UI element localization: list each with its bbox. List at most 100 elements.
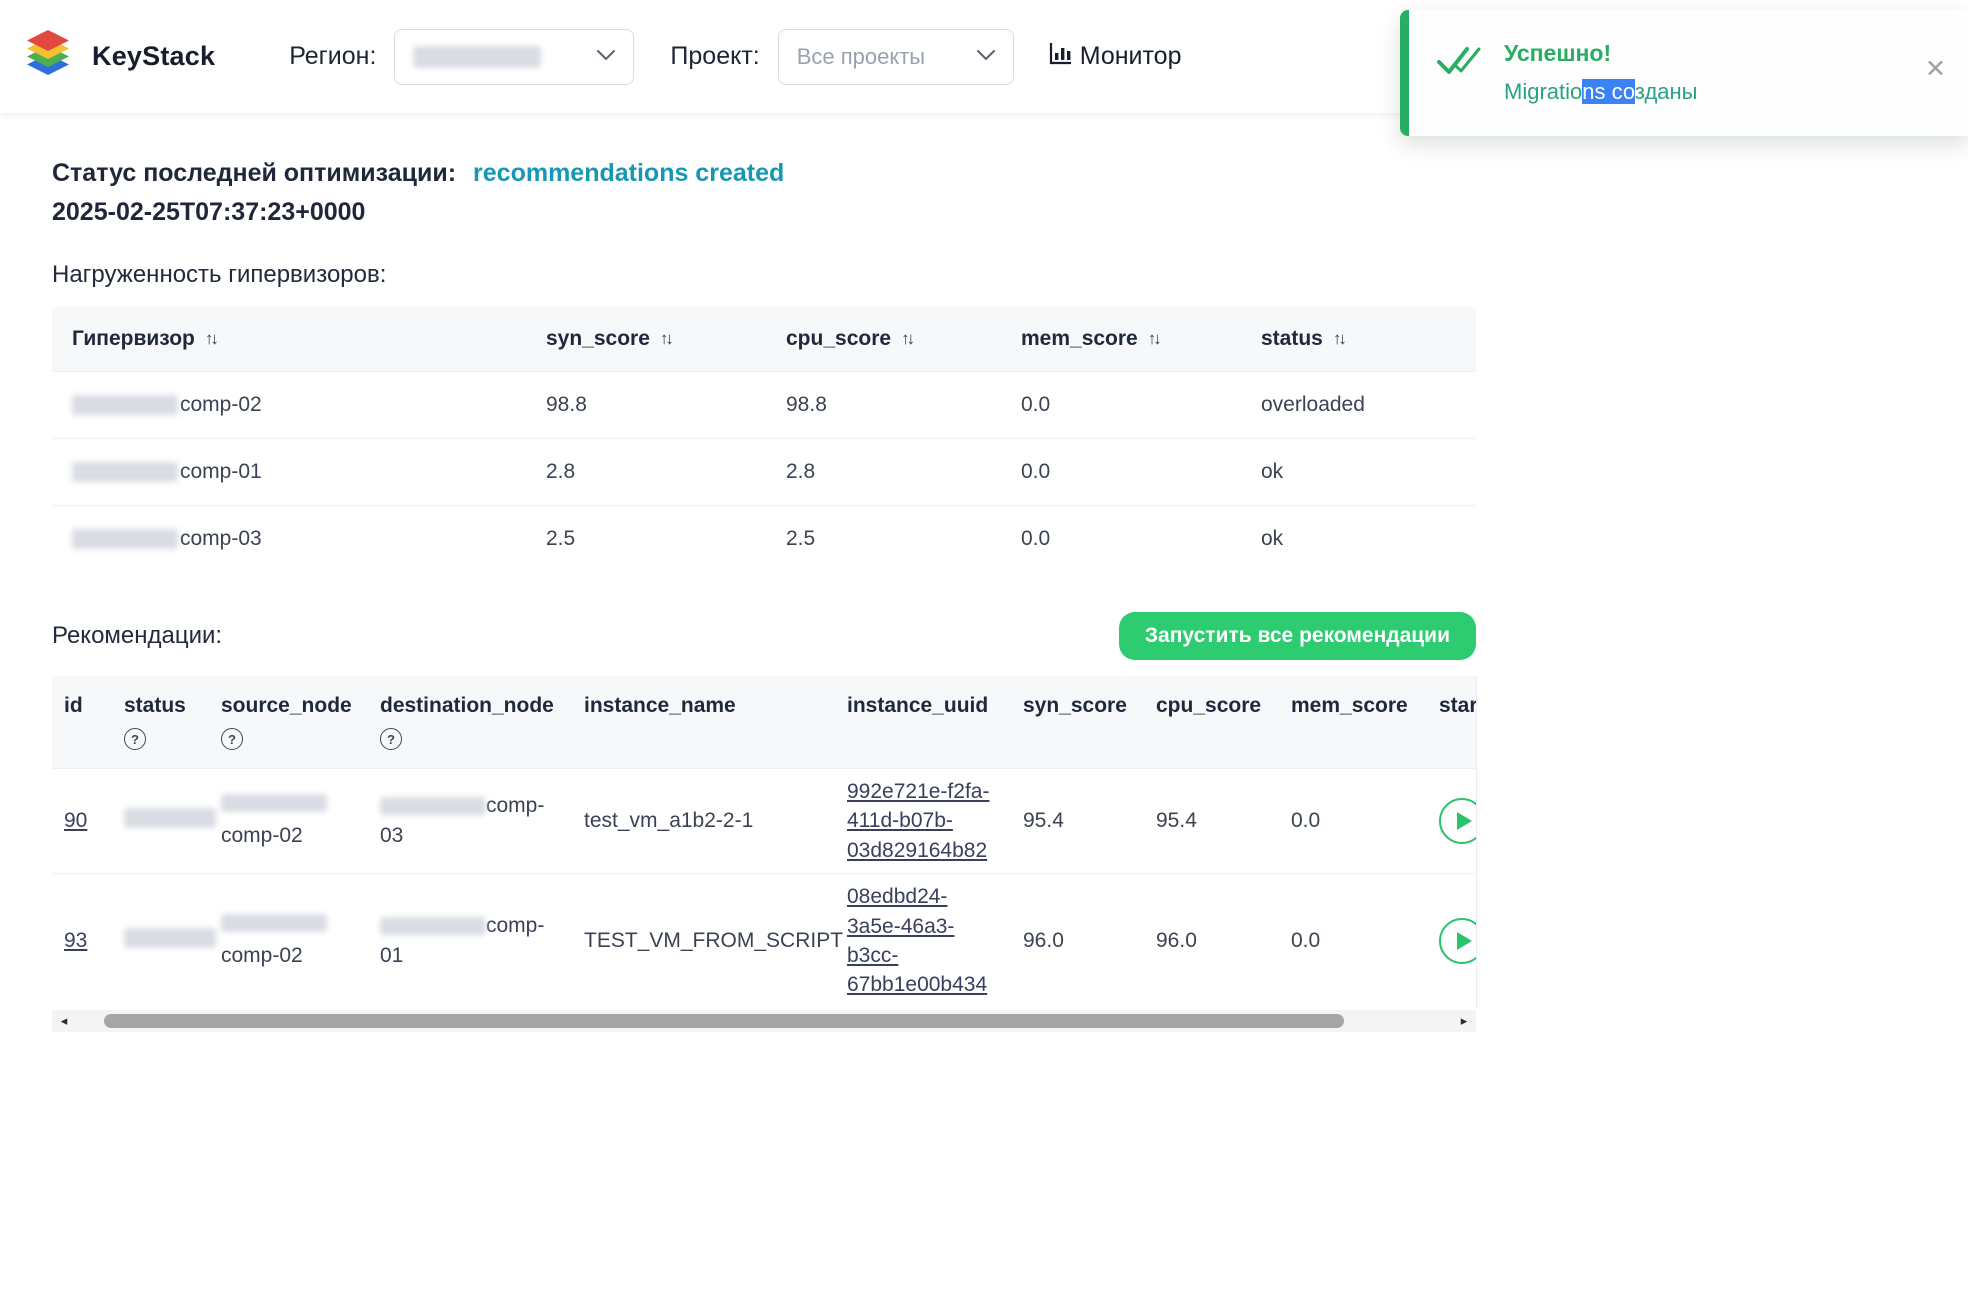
syn-score-value: 96.0 <box>1013 874 1146 1008</box>
syn-score-value: 95.4 <box>1013 769 1146 874</box>
horizontal-scrollbar[interactable]: ◂ ▸ <box>52 1010 1476 1032</box>
destination-node-part2: 03 <box>380 824 564 848</box>
scroll-left-arrow[interactable]: ◂ <box>52 1013 76 1029</box>
recommendation-row: 93 comp-02 comp- 01 TEST_VM_FROM_SCRIPT … <box>52 874 1477 1008</box>
source-node-suffix: comp-02 <box>221 824 360 848</box>
project-label: Проект: <box>670 42 759 71</box>
col-instance-name[interactable]: instance_name <box>574 676 837 769</box>
instance-uuid-link[interactable]: 08edbd24-3a5e-46a3-b3cc-67bb1e00b434 <box>847 882 999 1000</box>
run-all-recommendations-button[interactable]: Запустить все рекомендации <box>1119 612 1476 660</box>
project-value: Все проекты <box>797 44 925 70</box>
destination-node-redacted <box>380 917 486 935</box>
optimization-status-value: recommendations created <box>473 159 784 187</box>
col-cpu-score[interactable]: cpu_score <box>1146 676 1281 769</box>
sort-icon[interactable]: ↑↓ <box>205 329 216 348</box>
recommendations-header-row: id status? source_node? destination_node… <box>52 676 1477 769</box>
toast-accent-bar <box>1400 10 1409 136</box>
chevron-down-icon <box>977 48 995 66</box>
col-source-node[interactable]: source_node? <box>211 676 370 769</box>
cpu-score-value: 2.8 <box>766 439 1001 506</box>
hypervisor-name-suffix: comp-02 <box>180 393 262 417</box>
status-value: overloaded <box>1241 372 1476 439</box>
hypervisors-title: Нагруженность гипервизоров: <box>52 261 1968 289</box>
col-id[interactable]: id <box>52 676 114 769</box>
status-redacted <box>124 808 216 828</box>
col-syn-score[interactable]: syn_score <box>1013 676 1146 769</box>
optimization-timestamp: 2025-02-25T07:37:23+0000 <box>52 198 1968 227</box>
col-destination-node[interactable]: destination_node? <box>370 676 574 769</box>
region-value-redacted <box>413 46 541 68</box>
sort-icon[interactable]: ↑↓ <box>901 329 912 348</box>
status-value: ok <box>1241 439 1476 506</box>
table-row: comp-02 98.8 98.8 0.0 overloaded <box>52 372 1476 439</box>
instance-uuid-link[interactable]: 992e721e-f2fa-411d-b07b-03d829164b82 <box>847 777 999 865</box>
col-start[interactable]: star <box>1429 676 1477 769</box>
selected-text: ns со <box>1582 79 1635 104</box>
optimization-status-label: Статус последней оптимизации: <box>52 159 456 187</box>
run-recommendation-button[interactable] <box>1439 918 1477 964</box>
syn-score-value: 2.8 <box>526 439 766 506</box>
status-value: ok <box>1241 506 1476 573</box>
table-row: comp-01 2.8 2.8 0.0 ok <box>52 439 1476 506</box>
col-hypervisor[interactable]: Гипервизор↑↓ <box>52 307 526 372</box>
project-select[interactable]: Все проекты <box>778 29 1014 85</box>
cpu-score-value: 98.8 <box>766 372 1001 439</box>
success-check-icon <box>1436 44 1482 83</box>
run-recommendation-button[interactable] <box>1439 798 1477 844</box>
hypervisors-header-row: Гипервизор↑↓ syn_score↑↓ cpu_score↑↓ mem… <box>52 307 1476 372</box>
mem-score-value: 0.0 <box>1001 439 1241 506</box>
sort-icon[interactable]: ↑↓ <box>660 329 671 348</box>
mem-score-value: 0.0 <box>1281 874 1429 1008</box>
recommendation-id-link[interactable]: 93 <box>64 929 87 952</box>
col-cpu-score[interactable]: cpu_score↑↓ <box>766 307 1001 372</box>
scrollbar-thumb[interactable] <box>104 1014 1344 1028</box>
recommendation-row: 90 comp-02 comp- 03 test_vm_a1b2-2-1 992… <box>52 769 1477 874</box>
toast-success: Успешно! Migrations созданы ✕ <box>1400 10 1968 136</box>
toast-message: Migrations созданы <box>1504 79 1697 105</box>
monitoring-icon <box>1048 41 1073 73</box>
region-select[interactable] <box>394 29 634 85</box>
destination-node-part1: comp- <box>486 914 544 938</box>
col-syn-score[interactable]: syn_score↑↓ <box>526 307 766 372</box>
help-icon[interactable]: ? <box>380 728 402 750</box>
sort-icon[interactable]: ↑↓ <box>1148 329 1159 348</box>
play-icon <box>1457 932 1472 950</box>
col-instance-uuid[interactable]: instance_uuid <box>837 676 1013 769</box>
hypervisor-name-suffix: comp-03 <box>180 527 262 551</box>
hypervisor-name-redacted <box>72 529 178 549</box>
source-node-redacted <box>221 914 327 932</box>
recommendations-title: Рекомендации: <box>52 622 222 650</box>
instance-name: TEST_VM_FROM_SCRIPT <box>574 874 837 1008</box>
recommendation-id-link[interactable]: 90 <box>64 809 87 832</box>
source-node-suffix: comp-02 <box>221 944 360 968</box>
help-icon[interactable]: ? <box>221 728 243 750</box>
col-mem-score[interactable]: mem_score <box>1281 676 1429 769</box>
syn-score-value: 98.8 <box>526 372 766 439</box>
toast-close-button[interactable]: ✕ <box>1919 56 1952 83</box>
monitoring-label: Монитор <box>1080 42 1182 71</box>
col-status[interactable]: status? <box>114 676 211 769</box>
hypervisor-name-redacted <box>72 462 178 482</box>
hypervisors-table: Гипервизор↑↓ syn_score↑↓ cpu_score↑↓ mem… <box>52 307 1476 572</box>
sort-icon[interactable]: ↑↓ <box>1333 329 1344 348</box>
col-status[interactable]: status↑↓ <box>1241 307 1476 372</box>
recommendations-table-viewport: id status? source_node? destination_node… <box>52 676 1477 1008</box>
nav-monitoring[interactable]: Монитор <box>1048 41 1182 73</box>
optimization-status: Статус последней оптимизации: recommenda… <box>52 159 1968 188</box>
source-node-redacted <box>221 794 327 812</box>
recommendations-table: id status? source_node? destination_node… <box>52 676 1477 1008</box>
hypervisor-name-suffix: comp-01 <box>180 460 262 484</box>
scroll-right-arrow[interactable]: ▸ <box>1452 1013 1476 1029</box>
instance-name: test_vm_a1b2-2-1 <box>574 769 837 874</box>
keystack-logo <box>22 28 74 85</box>
status-redacted <box>124 928 216 948</box>
play-icon <box>1457 812 1472 830</box>
col-mem-score[interactable]: mem_score↑↓ <box>1001 307 1241 372</box>
destination-node-redacted <box>380 797 486 815</box>
help-icon[interactable]: ? <box>124 728 146 750</box>
cpu-score-value: 95.4 <box>1146 769 1281 874</box>
destination-node-part2: 01 <box>380 944 564 968</box>
main-content: Статус последней оптимизации: recommenda… <box>0 159 1968 1032</box>
brand-name: KeyStack <box>92 41 215 72</box>
chevron-down-icon <box>597 48 615 66</box>
